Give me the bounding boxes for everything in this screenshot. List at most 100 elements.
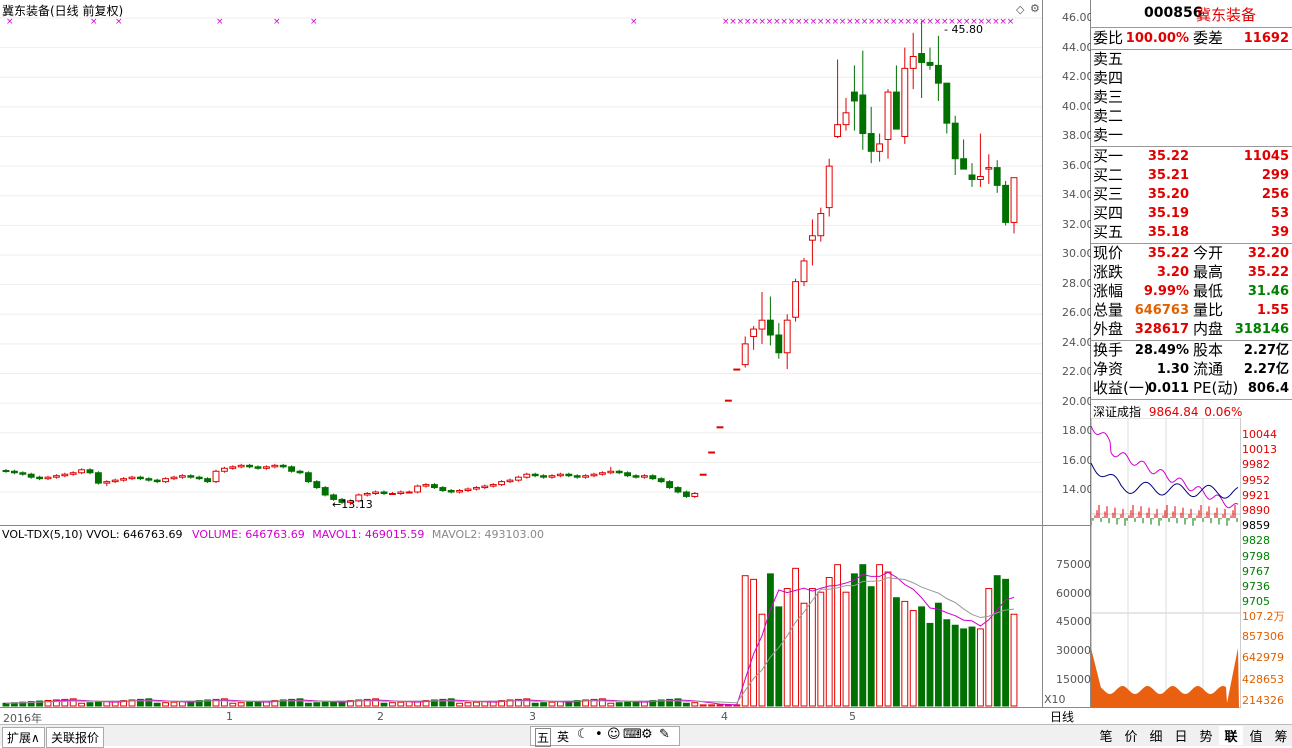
candle-body — [321, 487, 329, 496]
volume-bar — [1010, 613, 1018, 707]
buy-row[interactable]: 买四 35.19 53 — [1093, 204, 1291, 223]
candle-body — [842, 112, 850, 126]
price-tick: 30.00 — [1062, 247, 1094, 260]
candle-body — [901, 67, 909, 137]
volume-bar — [94, 701, 102, 707]
right-tab[interactable]: 日 — [1169, 726, 1193, 745]
dot-icon[interactable]: • — [595, 727, 603, 742]
right-tab[interactable]: 联 — [1219, 726, 1243, 745]
index-tick-up: 10044 — [1242, 428, 1277, 441]
volume-bar — [775, 606, 783, 707]
buy-price: 35.22 — [1147, 149, 1189, 164]
vol-indicator-name[interactable]: VOL-TDX(5,10) — [2, 528, 83, 541]
punct-icon[interactable]: ☺ — [607, 727, 621, 742]
index-minute-chart[interactable] — [1091, 418, 1241, 708]
candle-body — [380, 491, 388, 494]
candle-body — [262, 466, 270, 469]
fund-value-2: 806.4 — [1247, 381, 1289, 396]
volume-bar — [960, 628, 968, 707]
buy-label: 买三 — [1093, 185, 1124, 203]
ime-five-stroke-icon[interactable]: 五 — [535, 728, 552, 747]
fund-value: 1.30 — [1156, 362, 1189, 377]
volume-bar — [859, 564, 867, 707]
buy-price: 35.20 — [1147, 187, 1189, 202]
index-tick-up: 9952 — [1242, 473, 1270, 487]
volume-bar — [968, 626, 976, 707]
date-axis: 2016年 1 2 3 4 5 — [0, 707, 1091, 725]
volume-bar — [951, 624, 959, 707]
volume-bar — [985, 588, 993, 707]
buy-row[interactable]: 买三 35.20 256 — [1093, 185, 1291, 204]
index-tick-down: 9705 — [1242, 595, 1270, 609]
candle-body — [918, 53, 926, 63]
candle-body — [716, 426, 724, 429]
right-tab[interactable]: 价 — [1119, 726, 1143, 745]
period-tab[interactable]: 日线 — [1050, 708, 1074, 725]
stat-value: 9.99% — [1143, 284, 1189, 299]
right-tab[interactable]: 细 — [1144, 726, 1168, 745]
candle-body — [708, 451, 716, 454]
index-tick-mid: 9859 — [1242, 519, 1270, 533]
sell-row: 卖三 — [1093, 88, 1291, 107]
candle-body — [867, 133, 875, 152]
candle-body — [405, 491, 413, 494]
buy-label: 买一 — [1093, 147, 1124, 165]
volume-bar — [976, 628, 984, 707]
stat-value: 3.20 — [1156, 265, 1189, 280]
fund-row: 换手 28.49% 股本 2.27亿 — [1093, 341, 1291, 360]
candle-body — [649, 475, 657, 480]
sell-label: 卖四 — [1093, 69, 1124, 87]
price-tick: 16.00 — [1062, 453, 1094, 467]
candle-body — [632, 475, 640, 478]
stat-label: 涨幅 — [1093, 282, 1124, 300]
index-tick-up: 10013 — [1242, 443, 1277, 457]
candle-body — [288, 466, 296, 472]
index-vol-tick: 107.2万 — [1242, 610, 1285, 623]
candle-body — [313, 481, 321, 489]
price-tick: 14.00 — [1062, 483, 1094, 496]
gear-icon[interactable]: ⚙ — [641, 727, 653, 742]
index-tick-up: 9982 — [1242, 458, 1270, 472]
stat-value: 328617 — [1134, 322, 1189, 337]
right-tab[interactable]: 值 — [1244, 726, 1268, 745]
volume-bar — [699, 704, 707, 707]
buy-row[interactable]: 买二 35.21 299 — [1093, 166, 1291, 185]
candle-body — [783, 319, 791, 354]
candle-body — [951, 122, 959, 160]
mavol2-value: MAVOL2: 493103.00 — [431, 528, 545, 541]
candle-body — [540, 475, 548, 478]
fund-label-2: 股本 — [1193, 341, 1224, 359]
sell-label: 卖二 — [1093, 107, 1124, 125]
buy-row[interactable]: 买一 35.22 11045 — [1093, 147, 1291, 166]
buy-row[interactable]: 买五 35.18 39 — [1093, 223, 1291, 242]
candle-body — [859, 94, 867, 135]
candle-body — [195, 476, 203, 480]
candle-body — [514, 476, 522, 481]
right-tab[interactable]: 筹 — [1269, 726, 1292, 745]
volume-bar — [1002, 578, 1010, 707]
index-tick-down: 9828 — [1242, 534, 1270, 548]
volume-bar — [909, 610, 917, 707]
candle-body — [229, 466, 237, 469]
right-tab[interactable]: 势 — [1194, 726, 1218, 745]
candle-body — [682, 491, 690, 497]
volume-bar — [808, 588, 816, 707]
ime-english-icon[interactable]: 英 — [557, 728, 569, 745]
tool-icon[interactable]: ✎ — [659, 727, 670, 742]
candle-body — [960, 158, 968, 170]
volume-value: VOLUME: 646763.69 — [192, 528, 305, 541]
moon-icon[interactable]: ☾ — [577, 727, 589, 742]
date-label-3: 3 — [529, 710, 536, 723]
keyboard-icon[interactable]: ⌨ — [623, 727, 642, 742]
stat-value-2: 1.55 — [1256, 303, 1289, 318]
index-name[interactable]: 深证成指 — [1093, 405, 1141, 419]
candle-body — [556, 473, 564, 477]
kline-svg[interactable]: - 45.80←13.13× × × × × × × × × × × × × × × × × × × × × × × × × × ×… — [0, 0, 1091, 707]
right-tab[interactable]: 笔 — [1094, 726, 1118, 745]
volume-bar — [464, 702, 472, 707]
quote-sep-6 — [1091, 399, 1292, 400]
candle-body — [212, 470, 220, 483]
candle-body — [422, 484, 430, 487]
buy-label: 买五 — [1093, 223, 1124, 241]
panel-divider — [0, 525, 1091, 526]
